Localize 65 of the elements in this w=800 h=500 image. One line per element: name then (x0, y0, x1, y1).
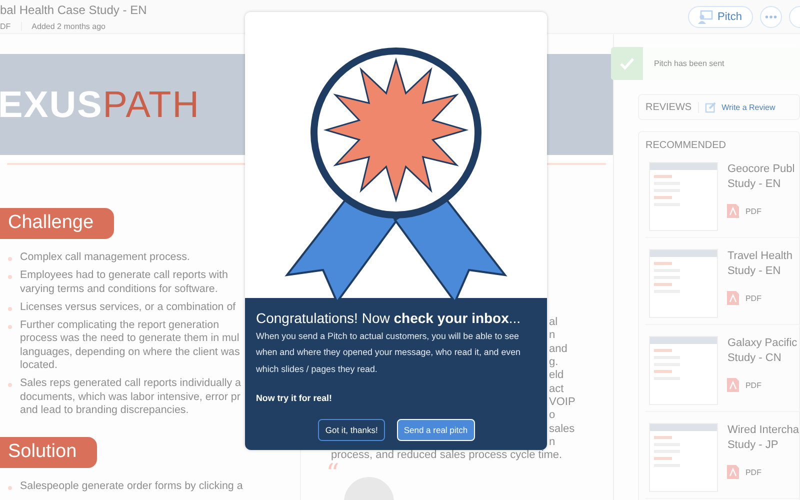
dismiss-button[interactable]: Got it, thanks! (318, 418, 385, 441)
document-thumbnail (649, 423, 718, 492)
bullet-text: Complex call management process. (20, 251, 190, 264)
write-review-link[interactable]: Write a Review (722, 102, 776, 112)
recommended-item[interactable]: Travel Health Study - EN PDF (645, 238, 799, 325)
recommended-item[interactable]: Geocore Publ Study - EN PDF (645, 151, 799, 238)
document-title: Wired Intercha Study - JP (727, 423, 799, 453)
toast-message: Pitch has been sent (654, 59, 724, 68)
document-title: Galaxy Pacific Study - CN (727, 336, 798, 366)
section-heading: Challenge (0, 208, 114, 239)
pdf-icon (727, 204, 740, 218)
text-fragment: n (549, 436, 556, 450)
document-title: bal Health Case Study - EN (0, 3, 147, 17)
bullet-text: Licenses versus services, or a combination of (20, 300, 236, 314)
bullet-icon (8, 486, 12, 490)
pdf-icon (727, 291, 740, 305)
bullet-text: Salespeople generate order forms by clicking a (20, 480, 243, 494)
file-type: PDF (745, 380, 762, 390)
text-fragment: g. (549, 356, 558, 370)
pitch-button[interactable]: Pitch (688, 6, 753, 28)
send-pitch-button[interactable]: Send a real pitch (396, 418, 475, 441)
section-heading: Solution (0, 437, 97, 468)
bullet-icon (8, 306, 12, 311)
text-fragment: o (549, 409, 556, 423)
text-fragment: act (549, 382, 564, 396)
file-type: PDF (745, 468, 762, 476)
dialog-title: Congratulations! Now check your inbox... (256, 310, 522, 326)
bullet-icon (8, 383, 12, 388)
pdf-icon (727, 378, 740, 392)
more-icon (765, 14, 777, 18)
logo-text: EXUS (0, 84, 103, 124)
quote-mark: “ (326, 461, 340, 488)
bullet-text: Employees had to generate call reports with varying terms and conditions for software. (20, 269, 228, 296)
more-button[interactable] (760, 6, 782, 28)
document-title: Geocore Publ Study - EN (727, 162, 795, 192)
file-type: PDF (745, 294, 762, 302)
file-type: DF (0, 22, 22, 31)
document-title: Travel Health Study - EN (727, 249, 792, 279)
document-thumbnail (649, 336, 718, 405)
bullet-text: Sales reps generated call reports individually a documents, which was labor intensive, error pr and lead to branding discrepancies. (20, 377, 241, 418)
pdf-icon (727, 465, 740, 479)
recommended-item[interactable]: Wired Intercha Study - JP PDF (645, 412, 799, 499)
recommended-heading: RECOMMENDED (645, 140, 728, 151)
text-fragment: al (549, 316, 558, 330)
edit-icon (704, 102, 716, 112)
text-fragment: VOIP (549, 396, 576, 410)
document-thumbnail (649, 162, 718, 231)
paragraph-text: process, and reduced sales process cycle time. (331, 449, 562, 462)
dialog-message: When you send a Pitch to actual customers, you will be able to see when and where they opened your message, who read it, and even which slides / pages they read. (256, 330, 522, 376)
reviews-heading: REVIEWS (645, 102, 699, 112)
text-fragment: sales (549, 422, 575, 436)
logo-text: PATH (102, 84, 200, 124)
text-fragment: and (549, 342, 568, 356)
bullet-icon (8, 275, 12, 280)
bullet-icon (8, 257, 12, 261)
text-fragment: n (549, 329, 556, 343)
bullet-text: Further complicating the report generation process was the need to generate them in mul languages, depending on where the client was located. (20, 319, 240, 372)
dialog-prompt: Now try it for real! (256, 392, 333, 403)
bullet-icon (8, 325, 12, 330)
added-date: Added 2 months ago (32, 22, 106, 31)
file-type: PDF (745, 206, 762, 216)
recommended-item[interactable]: Galaxy Pacific Study - CN PDF (645, 325, 799, 412)
document-thumbnail (649, 249, 718, 318)
text-fragment: eld (549, 369, 564, 383)
presenter-icon (696, 10, 713, 24)
